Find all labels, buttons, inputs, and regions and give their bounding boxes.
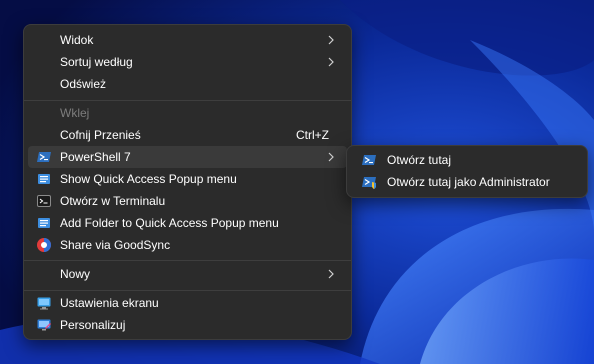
submenu-item-otworz-tutaj-admin[interactable]: Otwórz tutaj jako Administrator (351, 171, 583, 193)
chevron-right-icon (328, 269, 334, 279)
powershell-icon (37, 152, 51, 162)
menu-separator (24, 100, 351, 101)
submenu-item-label: Otwórz tutaj jako Administrator (387, 175, 550, 189)
menu-item-nowy[interactable]: Nowy (28, 263, 347, 285)
submenu-item-label: Otwórz tutaj (387, 153, 452, 167)
menu-item-label: Show Quick Access Popup menu (60, 172, 237, 186)
menu-item-label: Wklej (60, 106, 90, 120)
menu-item-cofnij-przenies[interactable]: Cofnij Przenieś Ctrl+Z (28, 124, 347, 146)
chevron-right-icon (328, 35, 334, 45)
menu-item-ustawienia-ekranu[interactable]: Ustawienia ekranu (28, 292, 347, 314)
personalize-icon (37, 319, 51, 331)
goodsync-icon (37, 238, 51, 252)
quick-access-popup-icon (38, 174, 50, 184)
terminal-icon (37, 195, 51, 207)
display-settings-icon (37, 297, 51, 310)
menu-item-wklej[interactable]: Wklej (28, 102, 347, 124)
menu-item-label: Ustawienia ekranu (60, 296, 159, 310)
menu-item-label: Personalizuj (60, 318, 126, 332)
menu-item-label: Otwórz w Terminalu (60, 194, 166, 208)
menu-item-widok[interactable]: Widok (28, 29, 347, 51)
menu-item-label: Add Folder to Quick Access Popup menu (60, 216, 279, 230)
menu-separator (24, 260, 351, 261)
menu-item-odswiez[interactable]: Odśwież (28, 73, 347, 95)
menu-item-label: Sortuj według (60, 55, 133, 69)
menu-item-show-quick-access-popup[interactable]: Show Quick Access Popup menu (28, 168, 347, 190)
menu-item-add-folder-quick-access[interactable]: Add Folder to Quick Access Popup menu (28, 212, 347, 234)
powershell-admin-icon (362, 177, 376, 189)
menu-item-label: Share via GoodSync (60, 238, 171, 252)
menu-item-sortuj[interactable]: Sortuj według (28, 51, 347, 73)
menu-item-label: PowerShell 7 (60, 150, 131, 164)
menu-item-label: Odśwież (60, 77, 107, 91)
powershell-submenu: Otwórz tutaj Otwórz tutaj jako Administr… (346, 145, 588, 198)
submenu-item-otworz-tutaj[interactable]: Otwórz tutaj (351, 149, 583, 171)
menu-item-label: Nowy (60, 267, 91, 281)
quick-access-popup-icon (38, 218, 50, 228)
menu-item-label: Widok (60, 33, 94, 47)
powershell-icon (362, 155, 376, 165)
menu-separator (24, 290, 351, 291)
chevron-right-icon (328, 57, 334, 67)
shortcut-label: Ctrl+Z (296, 128, 329, 142)
menu-item-share-goodsync[interactable]: Share via GoodSync (28, 234, 347, 256)
menu-item-powershell-7[interactable]: PowerShell 7 (28, 146, 347, 168)
menu-item-personalizuj[interactable]: Personalizuj (28, 314, 347, 336)
desktop-context-menu: Widok Sortuj według Odśwież Wklej Cofnij… (23, 24, 352, 340)
chevron-right-icon (328, 152, 334, 162)
menu-item-otworz-w-terminalu[interactable]: Otwórz w Terminalu (28, 190, 347, 212)
menu-item-label: Cofnij Przenieś (60, 128, 141, 142)
